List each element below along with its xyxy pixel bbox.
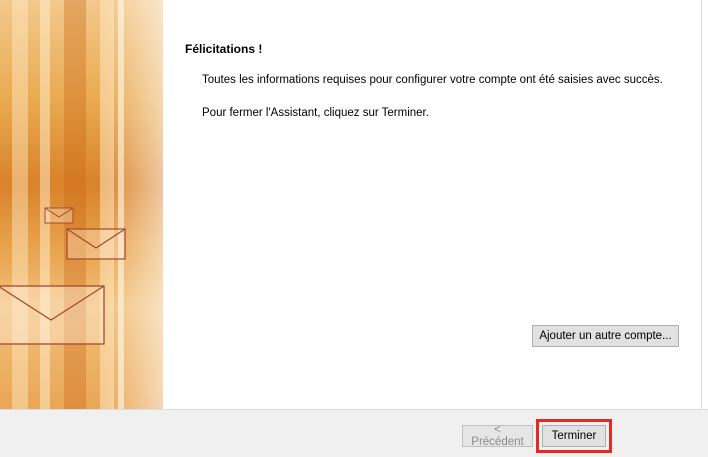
page-title: Félicitations ! [185,42,263,56]
envelope-icon [44,207,74,224]
account-wizard-dialog: Félicitations ! Toutes les informations … [0,0,708,457]
add-account-button[interactable]: Ajouter un autre compte... [532,325,679,347]
envelope-icon [0,285,105,345]
previous-button[interactable]: < Précédent [462,424,533,448]
decorative-banner [0,0,163,409]
wizard-content: Félicitations ! Toutes les informations … [163,0,708,409]
envelope-icon [66,228,126,260]
window-edge [701,0,708,409]
success-message: Toutes les informations requises pour co… [202,74,663,86]
finish-button[interactable]: Terminer [542,425,606,447]
close-instruction: Pour fermer l'Assistant, cliquez sur Ter… [202,107,429,119]
wizard-footer: < Précédent Terminer [0,409,708,457]
banner-envelopes [0,207,126,345]
